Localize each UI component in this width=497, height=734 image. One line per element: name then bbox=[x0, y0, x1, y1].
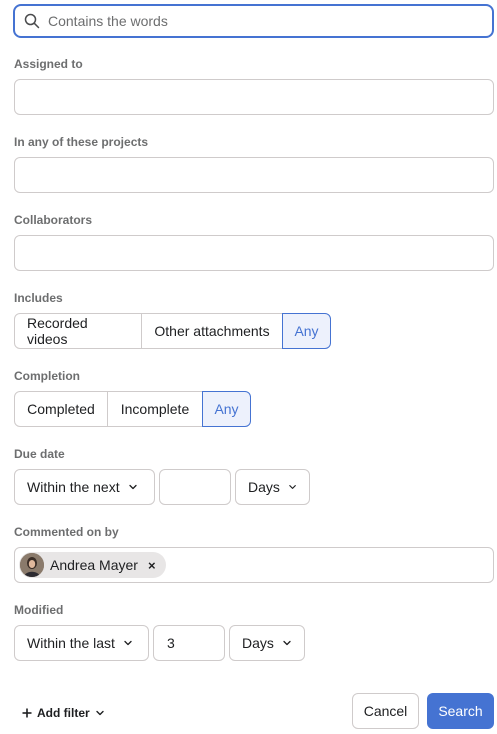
collaborators-label: Collaborators bbox=[14, 213, 93, 227]
search-input[interactable] bbox=[48, 6, 492, 36]
due-date-range-value: Within the next bbox=[27, 479, 120, 495]
completion-label: Completion bbox=[14, 369, 80, 383]
chevron-down-icon bbox=[124, 640, 132, 646]
chevron-down-icon bbox=[283, 640, 291, 646]
search-box[interactable] bbox=[13, 4, 494, 38]
completion-option-completed[interactable]: Completed bbox=[14, 391, 108, 427]
includes-label: Includes bbox=[14, 291, 63, 305]
search-button[interactable]: Search bbox=[427, 693, 494, 729]
assigned-to-field[interactable] bbox=[14, 79, 494, 115]
plus-icon bbox=[22, 708, 32, 718]
completion-option-incomplete[interactable]: Incomplete bbox=[108, 391, 203, 427]
modified-unit-value: Days bbox=[242, 635, 274, 651]
search-icon bbox=[24, 13, 40, 29]
includes-option-any[interactable]: Any bbox=[282, 313, 331, 349]
chevron-down-icon bbox=[128, 484, 137, 490]
modified-amount-input[interactable]: 3 bbox=[153, 625, 225, 661]
assigned-to-label: Assigned to bbox=[14, 57, 83, 71]
add-filter-button[interactable]: Add filter bbox=[22, 706, 105, 720]
modified-unit-dropdown[interactable]: Days bbox=[229, 625, 305, 661]
collaborators-field[interactable] bbox=[14, 235, 494, 271]
due-date-range-dropdown[interactable]: Within the next bbox=[14, 469, 155, 505]
chevron-down-icon bbox=[95, 710, 104, 716]
close-icon[interactable]: × bbox=[148, 558, 156, 573]
commented-on-by-label: Commented on by bbox=[14, 525, 119, 539]
modified-range-dropdown[interactable]: Within the last bbox=[14, 625, 149, 661]
due-date-unit-dropdown[interactable]: Days bbox=[235, 469, 310, 505]
due-date-amount-input[interactable] bbox=[159, 469, 231, 505]
add-filter-label: Add filter bbox=[37, 706, 90, 720]
user-token-name: Andrea Mayer bbox=[50, 557, 138, 573]
includes-segmented-control: Recorded videos Other attachments Any bbox=[14, 313, 331, 349]
modified-range-value: Within the last bbox=[27, 635, 115, 651]
user-token: Andrea Mayer × bbox=[19, 552, 166, 578]
avatar bbox=[20, 553, 44, 577]
includes-option-recorded-videos[interactable]: Recorded videos bbox=[14, 313, 142, 349]
completion-segmented-control: Completed Incomplete Any bbox=[14, 391, 251, 427]
includes-option-other-attachments[interactable]: Other attachments bbox=[142, 313, 283, 349]
projects-field[interactable] bbox=[14, 157, 494, 193]
modified-label: Modified bbox=[14, 603, 64, 617]
chevron-down-icon bbox=[289, 485, 296, 489]
cancel-button[interactable]: Cancel bbox=[352, 693, 419, 729]
commented-on-by-field[interactable]: Andrea Mayer × bbox=[14, 547, 494, 583]
projects-label: In any of these projects bbox=[14, 135, 149, 149]
due-date-unit-value: Days bbox=[248, 479, 280, 495]
due-date-label: Due date bbox=[14, 447, 65, 461]
completion-option-any[interactable]: Any bbox=[202, 391, 251, 427]
